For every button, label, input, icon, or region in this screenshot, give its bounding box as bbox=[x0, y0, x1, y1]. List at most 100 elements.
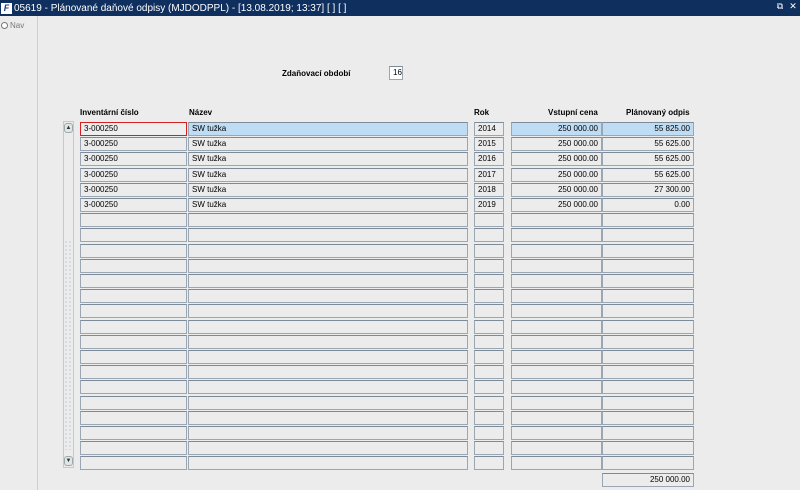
cell-planned[interactable] bbox=[602, 244, 694, 258]
cell-price[interactable]: 250 000.00 bbox=[511, 198, 602, 212]
cell-planned[interactable] bbox=[602, 380, 694, 394]
cell-price[interactable] bbox=[511, 365, 602, 379]
cell-planned[interactable] bbox=[602, 456, 694, 470]
cell-year[interactable] bbox=[474, 228, 504, 242]
scroll-down-icon[interactable]: ▼ bbox=[64, 456, 73, 466]
cell-planned[interactable] bbox=[602, 335, 694, 349]
cell-year[interactable]: 2017 bbox=[474, 168, 504, 182]
cell-price[interactable] bbox=[511, 274, 602, 288]
cell-price[interactable] bbox=[511, 244, 602, 258]
cell-year[interactable] bbox=[474, 320, 504, 334]
cell-planned[interactable]: 55 625.00 bbox=[602, 137, 694, 151]
cell-year[interactable]: 2014 bbox=[474, 122, 504, 136]
cell-planned[interactable] bbox=[602, 304, 694, 318]
cell-year[interactable] bbox=[474, 396, 504, 410]
cell-price[interactable] bbox=[511, 289, 602, 303]
cell-inventory[interactable] bbox=[80, 320, 187, 334]
cell-price[interactable] bbox=[511, 411, 602, 425]
cell-price[interactable] bbox=[511, 441, 602, 455]
cell-name[interactable]: SW tužka bbox=[188, 152, 468, 166]
cell-inventory[interactable] bbox=[80, 350, 187, 364]
cell-year[interactable] bbox=[474, 274, 504, 288]
cell-inventory[interactable] bbox=[80, 441, 187, 455]
cell-name[interactable] bbox=[188, 365, 468, 379]
cell-name[interactable] bbox=[188, 456, 468, 470]
cell-year[interactable] bbox=[474, 380, 504, 394]
cell-year[interactable] bbox=[474, 335, 504, 349]
cell-name[interactable]: SW tužka bbox=[188, 168, 468, 182]
cell-price[interactable] bbox=[511, 396, 602, 410]
cell-inventory[interactable] bbox=[80, 411, 187, 425]
cell-planned[interactable] bbox=[602, 396, 694, 410]
cell-planned[interactable]: 0.00 bbox=[602, 198, 694, 212]
nav-button[interactable]: Nav bbox=[1, 21, 24, 30]
period-field[interactable]: 16 bbox=[389, 66, 403, 80]
cell-name[interactable]: SW tužka bbox=[188, 183, 468, 197]
cell-name[interactable] bbox=[188, 335, 468, 349]
cell-name[interactable] bbox=[188, 228, 468, 242]
cell-price[interactable] bbox=[511, 380, 602, 394]
cell-year[interactable]: 2019 bbox=[474, 198, 504, 212]
cell-planned[interactable] bbox=[602, 274, 694, 288]
cell-name[interactable] bbox=[188, 274, 468, 288]
cell-inventory[interactable] bbox=[80, 244, 187, 258]
cell-inventory[interactable] bbox=[80, 304, 187, 318]
cell-planned[interactable] bbox=[602, 411, 694, 425]
cell-planned[interactable] bbox=[602, 289, 694, 303]
cell-inventory[interactable]: 3-000250 bbox=[80, 198, 187, 212]
cell-name[interactable] bbox=[188, 380, 468, 394]
close-icon[interactable]: ✕ bbox=[788, 1, 798, 12]
cell-planned[interactable] bbox=[602, 426, 694, 440]
cell-name[interactable] bbox=[188, 304, 468, 318]
cell-inventory[interactable]: 3-000250 bbox=[80, 122, 187, 136]
cell-year[interactable] bbox=[474, 244, 504, 258]
scroll-track[interactable] bbox=[64, 240, 73, 450]
cell-name[interactable] bbox=[188, 396, 468, 410]
cell-price[interactable]: 250 000.00 bbox=[511, 152, 602, 166]
cell-price[interactable] bbox=[511, 259, 602, 273]
cell-name[interactable] bbox=[188, 426, 468, 440]
cell-name[interactable] bbox=[188, 411, 468, 425]
cell-price[interactable] bbox=[511, 213, 602, 227]
cell-price[interactable] bbox=[511, 304, 602, 318]
cell-year[interactable] bbox=[474, 365, 504, 379]
cell-name[interactable] bbox=[188, 244, 468, 258]
cell-name[interactable] bbox=[188, 320, 468, 334]
cell-name[interactable]: SW tužka bbox=[188, 122, 468, 136]
cell-inventory[interactable] bbox=[80, 335, 187, 349]
cell-price[interactable]: 250 000.00 bbox=[511, 168, 602, 182]
cell-name[interactable] bbox=[188, 441, 468, 455]
cell-year[interactable] bbox=[474, 259, 504, 273]
cell-year[interactable] bbox=[474, 411, 504, 425]
cell-name[interactable]: SW tužka bbox=[188, 137, 468, 151]
cell-price[interactable]: 250 000.00 bbox=[511, 137, 602, 151]
cell-planned[interactable] bbox=[602, 350, 694, 364]
cell-price[interactable]: 250 000.00 bbox=[511, 183, 602, 197]
cell-inventory[interactable] bbox=[80, 289, 187, 303]
cell-year[interactable]: 2015 bbox=[474, 137, 504, 151]
cell-price[interactable] bbox=[511, 456, 602, 470]
cell-inventory[interactable] bbox=[80, 396, 187, 410]
cell-year[interactable] bbox=[474, 350, 504, 364]
cell-inventory[interactable]: 3-000250 bbox=[80, 168, 187, 182]
cell-inventory[interactable]: 3-000250 bbox=[80, 183, 187, 197]
cell-planned[interactable]: 55 625.00 bbox=[602, 152, 694, 166]
cell-year[interactable] bbox=[474, 426, 504, 440]
cell-inventory[interactable] bbox=[80, 213, 187, 227]
cell-inventory[interactable] bbox=[80, 426, 187, 440]
cell-planned[interactable] bbox=[602, 441, 694, 455]
cell-inventory[interactable]: 3-000250 bbox=[80, 137, 187, 151]
cell-name[interactable] bbox=[188, 350, 468, 364]
cell-planned[interactable] bbox=[602, 213, 694, 227]
cell-planned[interactable]: 27 300.00 bbox=[602, 183, 694, 197]
cell-price[interactable] bbox=[511, 350, 602, 364]
cell-year[interactable] bbox=[474, 456, 504, 470]
cell-inventory[interactable] bbox=[80, 456, 187, 470]
cell-inventory[interactable] bbox=[80, 380, 187, 394]
cell-name[interactable] bbox=[188, 213, 468, 227]
cell-price[interactable] bbox=[511, 228, 602, 242]
cell-year[interactable] bbox=[474, 289, 504, 303]
cell-planned[interactable] bbox=[602, 320, 694, 334]
cell-name[interactable] bbox=[188, 289, 468, 303]
restore-icon[interactable]: ⧉ bbox=[775, 1, 785, 12]
